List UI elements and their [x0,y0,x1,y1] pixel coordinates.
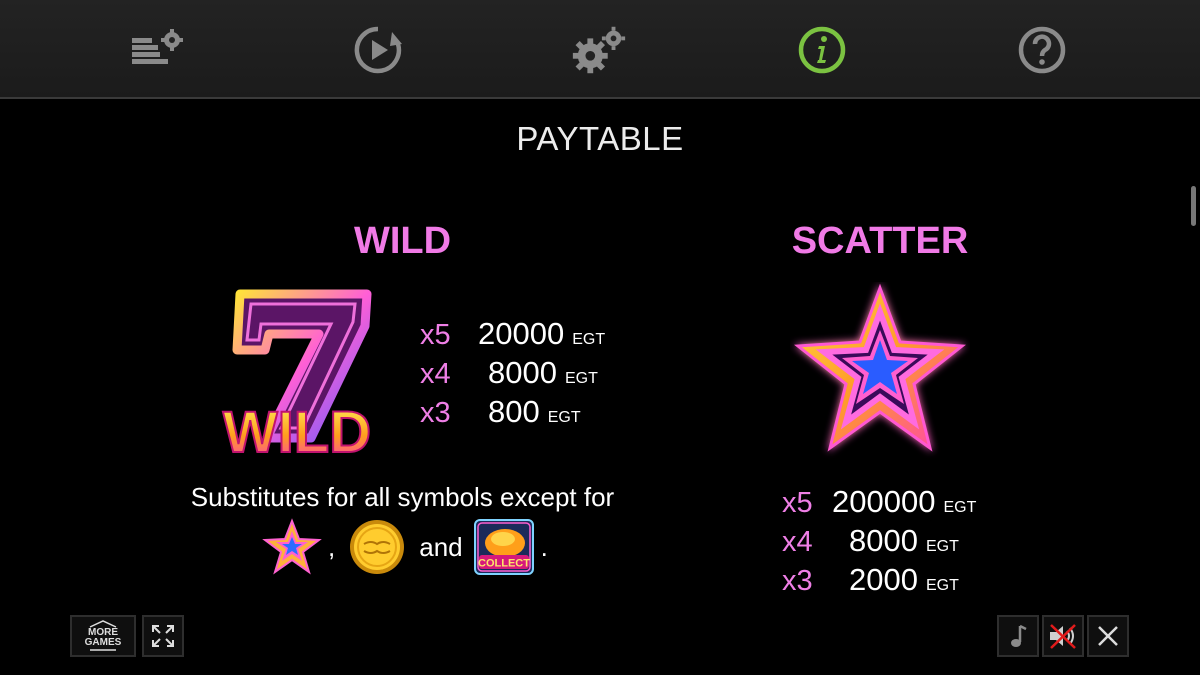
info-icon [798,26,846,74]
collect-label: COLLECT [478,558,530,570]
autoplay-button[interactable] [348,22,408,78]
music-note-icon [1011,624,1027,647]
pay-currency: EGT [547,409,581,426]
wild-pay-row-x5: x5 20000 EGT [420,316,605,352]
pay-currency: EGT [564,370,598,387]
pay-value: 800 [488,394,540,429]
top-toolbar [0,0,1200,99]
pay-multiplier: x4 [782,526,813,558]
wild-heading: WILD [353,220,452,262]
pay-value: 20000 [478,316,565,351]
scrollbar-thumb[interactable] [1191,186,1196,226]
pay-multiplier: x4 [420,358,451,390]
close-button[interactable] [1087,615,1129,657]
pay-multiplier: x3 [782,565,813,597]
page-title: PAYTABLE [516,120,684,157]
pay-multiplier: x3 [420,397,451,429]
more-games-button[interactable]: MORE GAMES [70,615,136,657]
pay-value: 8000 [488,355,557,390]
pay-currency: EGT [943,499,977,516]
and-text: and [419,531,463,562]
scatter-pay-row-x4: x4 8000 EGT [782,523,959,559]
autoplay-icon [354,26,402,74]
pay-currency: EGT [925,577,959,594]
scatter-pay-row-x3: x3 2000 EGT [782,562,959,598]
pay-value: 2000 [849,562,918,597]
close-icon [1098,626,1118,646]
info-button[interactable] [792,22,852,78]
scatter-pay-row-x5: x5 200000 EGT [782,484,976,520]
scatter-star-symbol [794,283,966,452]
gear-icon [572,26,626,74]
scatter-heading: SCATTER [791,220,969,262]
bet-settings-button[interactable] [127,22,187,78]
more-games-label-line2: GAMES [84,637,122,648]
speaker-muted-icon [1050,624,1076,649]
wild-seven-symbol: WILD [222,289,372,460]
underline-icon [90,649,116,651]
pay-value: 200000 [832,484,936,519]
gold-coin-icon [350,520,405,574]
bet-settings-icon [132,29,183,64]
help-icon [1018,26,1066,74]
excluded-symbols-row: , and COLLECT . [262,518,548,576]
pay-multiplier: x5 [420,319,451,351]
wild-pay-row-x4: x4 8000 EGT [420,355,598,391]
collect-symbol-icon: COLLECT [473,519,534,575]
sound-mute-button[interactable] [1042,615,1084,657]
help-button[interactable] [1012,22,1072,78]
wild-description: Substitutes for all symbols except for [190,482,615,512]
fullscreen-button[interactable] [142,615,184,657]
end-text: . [540,531,548,562]
pay-currency: EGT [572,331,606,348]
wild-pay-row-x3: x3 800 EGT [420,394,581,430]
separator-text: , [328,531,336,562]
music-button[interactable] [997,615,1039,657]
pay-currency: EGT [925,538,959,555]
pay-value: 8000 [849,523,918,558]
wild-symbol-label: WILD [223,400,371,460]
scatter-star-mini-icon [262,518,322,575]
fullscreen-icon [152,625,174,647]
settings-button[interactable] [569,22,629,78]
